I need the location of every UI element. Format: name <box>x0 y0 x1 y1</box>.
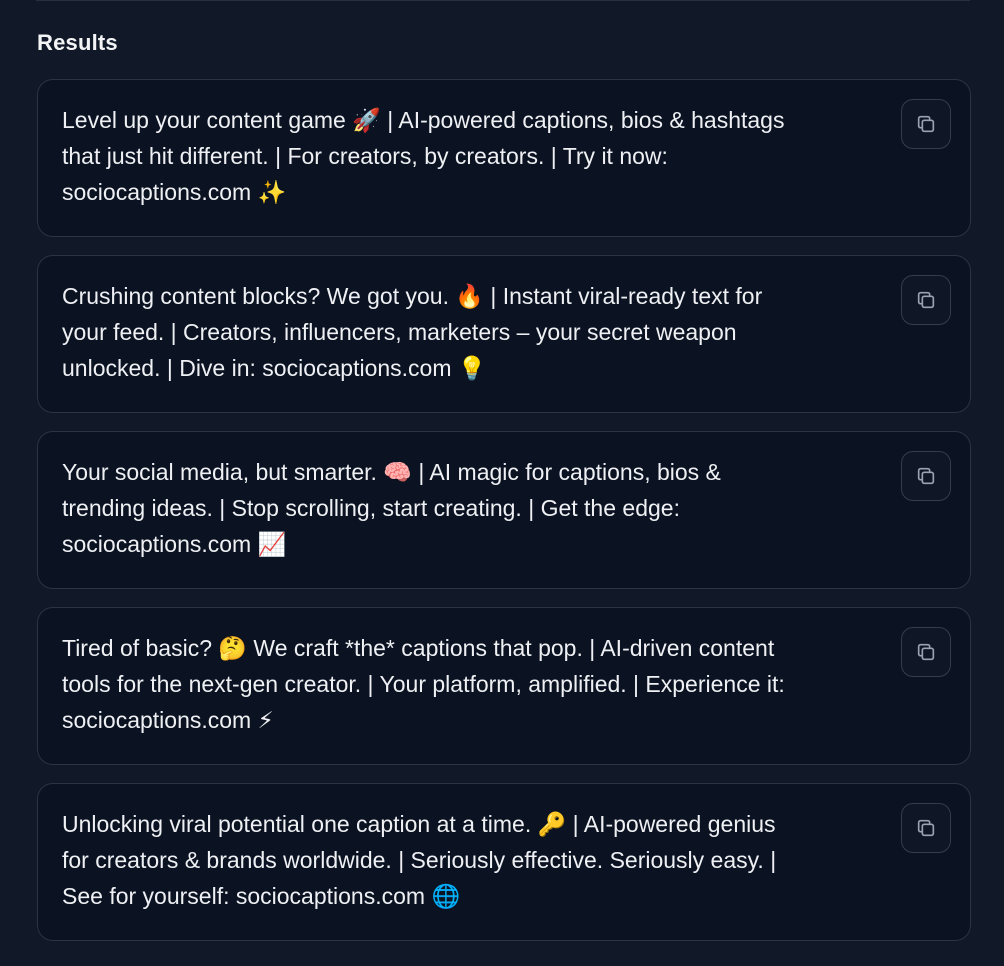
results-list: Level up your content game 🚀 | AI-powere… <box>37 79 971 959</box>
results-heading: Results <box>37 30 118 55</box>
result-text: Unlocking viral potential one caption at… <box>62 811 777 909</box>
copy-button[interactable] <box>901 451 951 501</box>
copy-icon <box>915 465 937 487</box>
copy-button[interactable] <box>901 275 951 325</box>
copy-icon <box>915 289 937 311</box>
copy-icon <box>915 817 937 839</box>
copy-button[interactable] <box>901 803 951 853</box>
result-card: Level up your content game 🚀 | AI-powere… <box>37 79 971 237</box>
result-text: Your social media, but smarter. 🧠 | AI m… <box>62 459 721 557</box>
result-text: Tired of basic? 🤔 We craft *the* caption… <box>62 635 785 733</box>
results-panel: Results Level up your content game 🚀 | A… <box>0 0 1004 966</box>
copy-button[interactable] <box>901 99 951 149</box>
result-text: Level up your content game 🚀 | AI-powere… <box>62 107 785 205</box>
copy-icon <box>915 113 937 135</box>
divider <box>36 0 970 1</box>
result-card: Unlocking viral potential one caption at… <box>37 783 971 941</box>
result-card: Tired of basic? 🤔 We craft *the* caption… <box>37 607 971 765</box>
result-card: Your social media, but smarter. 🧠 | AI m… <box>37 431 971 589</box>
copy-button[interactable] <box>901 627 951 677</box>
result-text: Crushing content blocks? We got you. 🔥 |… <box>62 283 763 381</box>
copy-icon <box>915 641 937 663</box>
result-card: Crushing content blocks? We got you. 🔥 |… <box>37 255 971 413</box>
